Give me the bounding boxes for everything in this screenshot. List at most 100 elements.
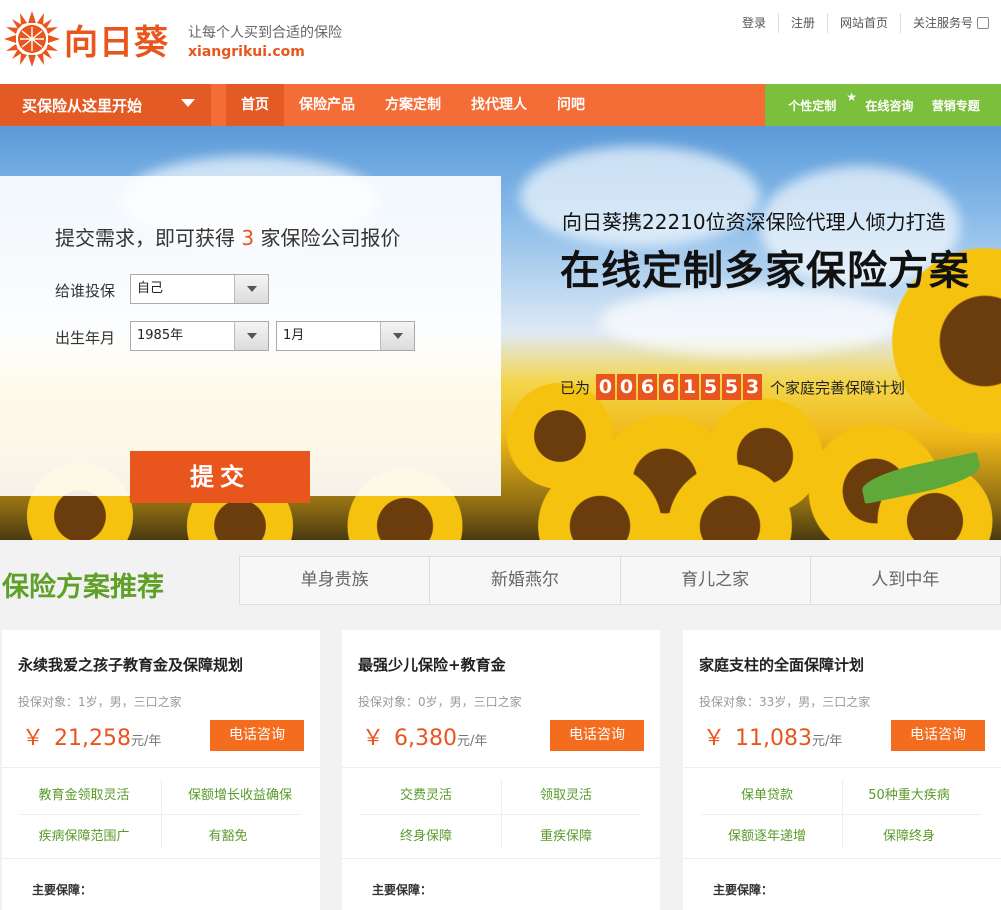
yen-symbol: ￥ [22, 726, 45, 751]
plan-tabs: 单身贵族 新婚燕尔 育儿之家 人到中年 [239, 556, 1001, 605]
feature-tag: 50种重大疾病 [868, 788, 950, 803]
company-count: 3 [241, 226, 255, 250]
price-value: 21,258 [54, 726, 131, 751]
birth-year-select[interactable]: 1985年 [130, 321, 269, 351]
buy-insurance-label: 买保险从这里开始 [22, 96, 143, 115]
birth-month-value: 1月 [283, 328, 305, 343]
price-value: 11,083 [735, 726, 812, 751]
feature-tag: 教育金领取灵活 [38, 788, 130, 803]
price-unit: 元/年 [131, 734, 162, 749]
family-counter: 已为 0 0 6 6 1 5 5 3 个家庭完善保障计划 [560, 374, 905, 400]
birth-label: 出生年月 [55, 329, 116, 347]
qrcode-icon [977, 17, 989, 29]
sunflower-logo-icon [4, 11, 60, 67]
counter-digit: 5 [722, 374, 742, 400]
top-links: 登录 注册 网站首页 关注服务号 [730, 12, 1001, 34]
feature-tag: 终身保障 [399, 829, 452, 844]
top-header: 向日葵 让每个人买到合适的保险 xiangrikui.com 登录 注册 网站首… [0, 0, 1001, 84]
plan-card[interactable]: 永续我爱之孩子教育金及保障规划 投保对象：1岁，男，三口之家 ￥ 21,258元/… [2, 630, 320, 910]
feature-tag: 保障终身 [882, 829, 935, 844]
nav-items: 首页 保险产品 方案定制 找代理人 问吧 [226, 84, 600, 126]
price-unit: 元/年 [812, 734, 843, 749]
counter-digit: 6 [638, 374, 658, 400]
price-unit: 元/年 [457, 734, 488, 749]
feature-tag: 领取灵活 [539, 788, 592, 803]
feature-grid: 交费灵活 领取灵活 终身保障 重疾保障 [342, 767, 660, 859]
plan-price: ￥ 11,083元/年 [703, 720, 842, 752]
submit-button[interactable]: 提交 [130, 451, 310, 503]
yen-symbol: ￥ [362, 726, 385, 751]
plan-title[interactable]: 最强少儿保险+教育金 [358, 654, 506, 675]
tab-parenting[interactable]: 育儿之家 [619, 557, 810, 604]
feature-tag: 保单贷款 [740, 788, 793, 803]
nav-item-custom-plan[interactable]: 方案定制 [370, 84, 456, 126]
login-link[interactable]: 登录 [730, 13, 778, 33]
feature-tag: 保额逐年递增 [727, 829, 806, 844]
tab-single[interactable]: 单身贵族 [240, 557, 429, 604]
hero-banner: 提交需求，即可获得 3 家保险公司报价 给谁投保 自己 出生年月 1985年 1… [0, 126, 1001, 540]
chevron-down-icon [234, 275, 268, 303]
follow-service-label: 关注服务号 [912, 16, 973, 30]
banner-subtitle: 向日葵携22210位资深保险代理人倾力打造 [562, 210, 946, 234]
form-title-post: 家保险公司报价 [260, 226, 401, 250]
counter-digits: 0 0 6 6 1 5 5 3 [596, 374, 764, 400]
counter-digit: 5 [701, 374, 721, 400]
plan-price: ￥ 21,258元/年 [22, 720, 161, 752]
insured-select-value: 自己 [137, 281, 164, 296]
form-title: 提交需求，即可获得 3 家保险公司报价 [55, 222, 400, 251]
phone-consult-button[interactable]: 电话咨询 [210, 720, 304, 751]
chevron-down-icon [234, 322, 268, 350]
register-link[interactable]: 注册 [777, 13, 827, 33]
logo-text: 向日葵 [64, 22, 169, 63]
follow-service-link[interactable]: 关注服务号 [899, 13, 1001, 33]
nav-online-consult[interactable]: 在线咨询 [865, 97, 913, 114]
plan-title[interactable]: 家庭支柱的全面保障计划 [699, 654, 864, 675]
phone-consult-button[interactable]: 电话咨询 [891, 720, 985, 751]
nav-item-products[interactable]: 保险产品 [284, 84, 370, 126]
birth-year-value: 1985年 [137, 328, 184, 343]
feature-tag: 有豁免 [208, 829, 248, 844]
counter-digit: 0 [596, 374, 616, 400]
phone-consult-button[interactable]: 电话咨询 [550, 720, 644, 751]
quote-form-panel: 提交需求，即可获得 3 家保险公司报价 给谁投保 自己 出生年月 1985年 1… [0, 176, 501, 503]
nav-marketing-topics[interactable]: 营销专题 [932, 97, 980, 114]
insured-select[interactable]: 自己 [130, 274, 269, 304]
tab-middle-age[interactable]: 人到中年 [809, 557, 1000, 604]
cloud-decoration [600, 286, 900, 356]
home-link[interactable]: 网站首页 [826, 13, 900, 33]
nav-personal-custom-label: 个性定制 [788, 98, 837, 113]
banner-headline: 在线定制多家保险方案 [560, 248, 970, 294]
counter-digit: 0 [617, 374, 637, 400]
section-title: 保险方案推荐 [2, 572, 164, 603]
form-title-pre: 提交需求，即可获得 [55, 226, 235, 250]
plan-title[interactable]: 永续我爱之孩子教育金及保障规划 [18, 654, 243, 675]
plan-card[interactable]: 最强少儿保险+教育金 投保对象：0岁，男，三口之家 ￥ 6,380元/年 电话咨询… [342, 630, 660, 910]
nav-green-group: 个性定制 ★ 在线咨询 营销专题 [765, 84, 1001, 126]
nav-personal-custom[interactable]: 个性定制 ★ [788, 90, 857, 114]
chevron-down-icon [380, 322, 414, 350]
feature-tag: 重疾保障 [539, 829, 592, 844]
star-icon: ★ [846, 89, 857, 104]
plan-target: 投保对象：1岁，男，三口之家 [18, 695, 182, 709]
main-coverage-label: 主要保障： [713, 883, 774, 897]
counter-post: 个家庭完善保障计划 [770, 378, 906, 397]
nav-item-find-agent[interactable]: 找代理人 [456, 84, 542, 126]
birth-month-select[interactable]: 1月 [276, 321, 415, 351]
main-coverage-label: 主要保障： [372, 883, 433, 897]
feature-tag: 保额增长收益确保 [187, 788, 292, 803]
feature-grid: 教育金领取灵活 保额增长收益确保 疾病保障范围广 有豁免 [2, 767, 320, 859]
plan-card[interactable]: 家庭支柱的全面保障计划 投保对象：33岁，男，三口之家 ￥ 11,083元/年 电… [683, 630, 1001, 910]
feature-grid: 保单贷款 50种重大疾病 保额逐年递增 保障终身 [683, 767, 1001, 859]
plan-target: 投保对象：0岁，男，三口之家 [358, 695, 522, 709]
main-nav: 买保险从这里开始 首页 保险产品 方案定制 找代理人 问吧 个性定制 ★ 在线咨询… [0, 84, 1001, 126]
nav-item-ask[interactable]: 问吧 [542, 84, 600, 126]
plan-price: ￥ 6,380元/年 [362, 720, 487, 752]
nav-item-home[interactable]: 首页 [226, 84, 284, 126]
main-coverage-label: 主要保障： [32, 883, 93, 897]
site-logo[interactable]: 向日葵 [2, 8, 178, 70]
feature-tag: 疾病保障范围广 [38, 829, 130, 844]
tab-newlywed[interactable]: 新婚燕尔 [429, 557, 619, 604]
buy-insurance-dropdown[interactable]: 买保险从这里开始 [0, 84, 211, 126]
slogan: 让每个人买到合适的保险 [188, 25, 342, 41]
domain-text: xiangrikui.com [188, 44, 305, 60]
